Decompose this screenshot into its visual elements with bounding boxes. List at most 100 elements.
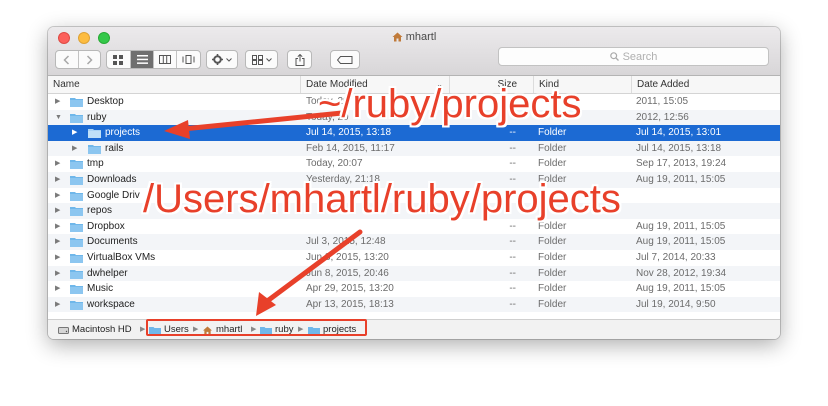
- folder-icon: [88, 129, 101, 139]
- file-name: VirtualBox VMs: [87, 252, 156, 263]
- cover-flow-icon: [182, 55, 195, 64]
- folder-icon: [70, 254, 83, 263]
- columns-icon: [159, 55, 172, 64]
- date-modified-cell: Jul 14, 2015, 13:18: [306, 127, 392, 139]
- size-cell: --: [509, 158, 516, 170]
- kind-cell: Folder: [538, 283, 567, 295]
- kind-cell: Folder: [538, 298, 567, 310]
- name-column-header[interactable]: Name: [48, 76, 298, 93]
- folder-icon: [70, 222, 83, 232]
- path-item-macintosh-hd[interactable]: Macintosh HD: [58, 320, 132, 339]
- home-icon: [392, 32, 403, 45]
- file-row[interactable]: ▶ dwhelper Jun 8, 2015, 20:46 -- Folder Nov 2…: [48, 265, 780, 282]
- folder-icon: [70, 160, 83, 170]
- disclosure-collapsed-icon[interactable]: ▶: [55, 266, 60, 282]
- search-placeholder: Search: [622, 50, 658, 63]
- size-cell: --: [509, 283, 516, 295]
- disclosure-collapsed-icon[interactable]: ▶: [55, 172, 60, 188]
- toolbar: mhartl Search: [48, 27, 780, 76]
- disclosure-collapsed-icon[interactable]: ▶: [72, 141, 77, 157]
- date-added-cell: Nov 28, 2012, 19:34: [636, 267, 727, 279]
- kind-cell: Folder: [538, 158, 567, 170]
- date-added-cell: Jul 14, 2015, 13:18: [636, 142, 722, 154]
- path-separator-icon: ▶: [140, 326, 146, 333]
- disclosure-collapsed-icon[interactable]: ▶: [55, 156, 60, 172]
- file-name: workspace: [87, 298, 135, 310]
- size-cell: --: [509, 298, 516, 310]
- file-name: ruby: [87, 111, 107, 123]
- forward-button[interactable]: [79, 51, 101, 68]
- search-field[interactable]: Search: [498, 47, 769, 66]
- disclosure-collapsed-icon[interactable]: ▶: [55, 297, 60, 313]
- disclosure-expanded-icon[interactable]: ▼: [55, 110, 62, 126]
- hard-drive-icon: [58, 326, 69, 334]
- folder-icon: [70, 207, 83, 217]
- file-name: projects: [105, 127, 141, 139]
- full-path-annotation: /Users/mhartl/ruby/projects: [143, 177, 621, 221]
- list-icon: [136, 55, 148, 64]
- folder-icon: [70, 98, 83, 107]
- disclosure-collapsed-icon[interactable]: ▶: [55, 234, 60, 250]
- date-added-cell: Sep 17, 2013, 19:24: [636, 158, 727, 170]
- date-added-cell: Aug 19, 2011, 15:05: [636, 283, 726, 295]
- date-added-cell: 2011, 15:05: [636, 96, 689, 107]
- date-added-column-header[interactable]: Date Added: [631, 76, 780, 93]
- size-cell: --: [509, 142, 516, 154]
- kind-cell: Folder: [538, 236, 567, 248]
- folder-icon: [70, 191, 83, 201]
- disclosure-collapsed-icon[interactable]: ▶: [55, 219, 60, 235]
- date-added-cell: Aug 19, 2011, 15:05: [636, 236, 726, 248]
- date-modified-cell: Jun 8, 2015, 20:46: [306, 267, 389, 279]
- kind-cell: Folder: [538, 127, 567, 139]
- file-row[interactable]: ▶ workspace Apr 13, 2015, 18:13 -- Folder Jul…: [48, 296, 780, 313]
- file-row[interactable]: ▶ tmp Today, 20:07 -- Folder Sep 17, 2013, 19…: [48, 156, 780, 172]
- tags-button[interactable]: [330, 50, 360, 69]
- column-view-button[interactable]: [154, 51, 178, 68]
- file-name: Music: [87, 283, 114, 295]
- share-button[interactable]: [287, 50, 312, 69]
- grid-icon: [113, 54, 124, 65]
- date-modified-cell: Feb 14, 2015, 11:17: [306, 142, 395, 154]
- disclosure-collapsed-icon[interactable]: ▶: [55, 281, 60, 297]
- date-modified-cell: Today, 20:07: [306, 158, 363, 170]
- chevron-right-icon: [86, 54, 93, 65]
- file-row[interactable]: ▶ Music Apr 29, 2015, 13:20 -- Folder Aug 19,…: [48, 281, 780, 297]
- file-name: Documents: [87, 236, 138, 248]
- list-view-button[interactable]: [130, 51, 155, 68]
- size-cell: --: [509, 236, 516, 248]
- date-modified-cell: Jun 8, 2015, 13:20: [306, 252, 389, 263]
- chevron-down-icon: [265, 57, 272, 62]
- action-button[interactable]: [206, 50, 238, 69]
- date-added-cell: Aug 19, 2011, 15:05: [636, 220, 726, 232]
- disclosure-collapsed-icon[interactable]: ▶: [55, 250, 60, 266]
- back-button[interactable]: [56, 51, 79, 68]
- icon-view-button[interactable]: [107, 51, 131, 68]
- date-modified-cell: Apr 13, 2015, 18:13: [306, 298, 394, 310]
- file-row[interactable]: ▶ VirtualBox VMs Jun 8, 2015, 13:20 -- Folde…: [48, 250, 780, 266]
- kind-cell: Folder: [538, 267, 567, 279]
- file-name: tmp: [87, 158, 104, 170]
- file-row[interactable]: ▶ rails Feb 14, 2015, 11:17 -- Folder Jul 14,…: [48, 140, 780, 157]
- gear-icon: [212, 54, 223, 65]
- date-added-cell: 2012, 12:56: [636, 111, 689, 123]
- folder-icon: [70, 300, 83, 310]
- cover-flow-button[interactable]: [177, 51, 200, 68]
- file-row[interactable]: ▶ projects Jul 14, 2015, 13:18 -- Folder Jul …: [48, 125, 780, 141]
- disclosure-collapsed-icon[interactable]: ▶: [72, 125, 77, 141]
- window-title: mhartl: [48, 31, 780, 45]
- folder-icon: [70, 269, 83, 279]
- arrange-button[interactable]: [245, 50, 278, 69]
- file-name: rails: [105, 142, 124, 154]
- file-row[interactable]: ▶ Documents Jul 3, 2015, 12:48 -- Folder Aug …: [48, 234, 780, 250]
- file-name: Desktop: [87, 96, 124, 107]
- arrange-icon: [251, 54, 263, 65]
- size-cell: --: [509, 267, 516, 279]
- folder-icon: [70, 113, 83, 123]
- date-modified-cell: Apr 29, 2015, 13:20: [306, 283, 394, 295]
- file-name: dwhelper: [87, 267, 128, 279]
- disclosure-collapsed-icon[interactable]: ▶: [55, 203, 60, 219]
- folder-icon: [70, 176, 83, 185]
- chevron-down-icon: [226, 57, 232, 62]
- disclosure-collapsed-icon[interactable]: ▶: [55, 188, 60, 204]
- disclosure-collapsed-icon[interactable]: ▶: [55, 94, 60, 110]
